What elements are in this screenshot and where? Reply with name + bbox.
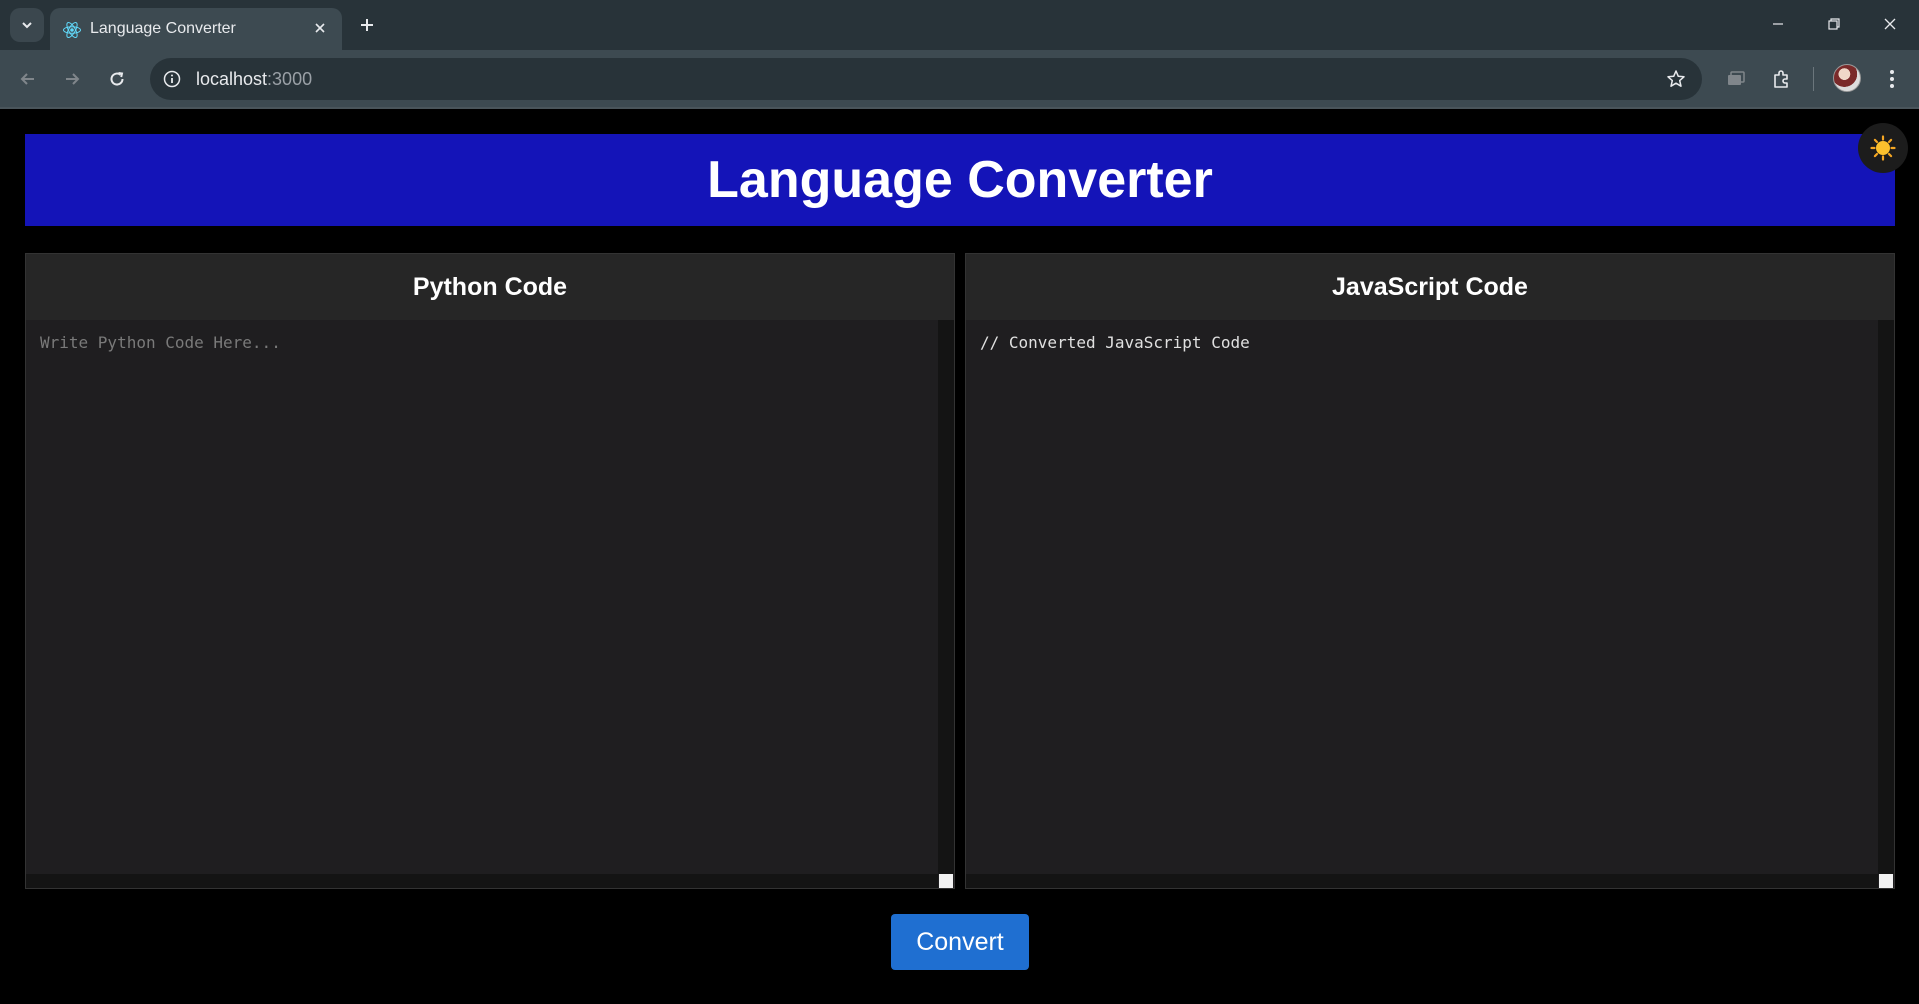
new-tab-button[interactable] <box>352 10 382 40</box>
browser-menu-button[interactable] <box>1876 63 1908 95</box>
url-port: :3000 <box>267 69 313 89</box>
forward-button[interactable] <box>56 63 88 95</box>
toolbar-border <box>0 107 1919 109</box>
reload-icon <box>110 72 124 86</box>
cast-icon <box>1728 71 1745 85</box>
python-panel-title: Python Code <box>412 272 568 301</box>
address-bar[interactable]: localhost:3000 <box>150 58 1702 100</box>
javascript-horizontal-scrollbar[interactable] <box>966 874 1878 888</box>
profile-avatar[interactable] <box>1833 64 1861 92</box>
arrow-right-icon <box>66 73 80 85</box>
toolbar-divider <box>1813 67 1814 91</box>
theme-toggle-button[interactable] <box>1858 123 1908 173</box>
arrow-left-icon <box>20 73 34 85</box>
close-icon <box>1884 18 1896 30</box>
url-text: localhost:3000 <box>196 69 312 90</box>
bookmark-button[interactable] <box>1664 67 1688 91</box>
javascript-panel: JavaScript Code // Converted JavaScript … <box>965 253 1895 889</box>
react-icon <box>63 21 81 39</box>
minimize-icon <box>1773 23 1783 25</box>
javascript-code-output[interactable]: // Converted JavaScript Code <box>966 320 1878 874</box>
plus-icon <box>361 19 373 31</box>
python-panel: Python Code <box>25 253 955 889</box>
python-panel-header: Python Code <box>26 254 954 321</box>
javascript-resize-handle[interactable] <box>1879 874 1893 888</box>
extensions-button[interactable] <box>1765 63 1797 95</box>
javascript-panel-header: JavaScript Code <box>966 254 1894 321</box>
puzzle-icon <box>1774 70 1788 88</box>
python-vertical-scrollbar[interactable] <box>938 320 954 874</box>
url-host: localhost <box>196 69 268 89</box>
reload-button[interactable] <box>101 63 133 95</box>
javascript-panel-title: JavaScript Code <box>1332 272 1528 301</box>
tab-search-button[interactable] <box>10 8 44 42</box>
tab-close-button[interactable] <box>308 16 332 40</box>
browser-tab[interactable]: Language Converter <box>50 8 342 50</box>
media-button[interactable] <box>1720 63 1752 95</box>
browser-toolbar: localhost:3000 <box>0 50 1919 108</box>
restore-button[interactable] <box>1805 0 1863 48</box>
close-icon <box>315 23 325 33</box>
close-window-button[interactable] <box>1861 0 1919 48</box>
convert-button[interactable]: Convert <box>891 914 1029 970</box>
python-horizontal-scrollbar[interactable] <box>26 874 938 888</box>
back-button[interactable] <box>12 63 44 95</box>
star-icon <box>1667 70 1685 87</box>
more-vert-icon <box>1890 70 1894 88</box>
page-title: Language Converter <box>707 151 1213 209</box>
python-resize-handle[interactable] <box>939 874 953 888</box>
sun-icon <box>1870 135 1896 161</box>
chevron-down-icon <box>22 22 32 29</box>
app-header: Language Converter <box>25 134 1895 226</box>
site-info-icon[interactable] <box>160 67 184 91</box>
restore-icon <box>1828 18 1840 30</box>
browser-tab-bar: Language Converter <box>0 0 1919 50</box>
minimize-button[interactable] <box>1749 0 1807 48</box>
javascript-vertical-scrollbar[interactable] <box>1878 320 1894 874</box>
tab-title: Language Converter <box>90 20 236 37</box>
python-code-input[interactable] <box>26 320 938 874</box>
